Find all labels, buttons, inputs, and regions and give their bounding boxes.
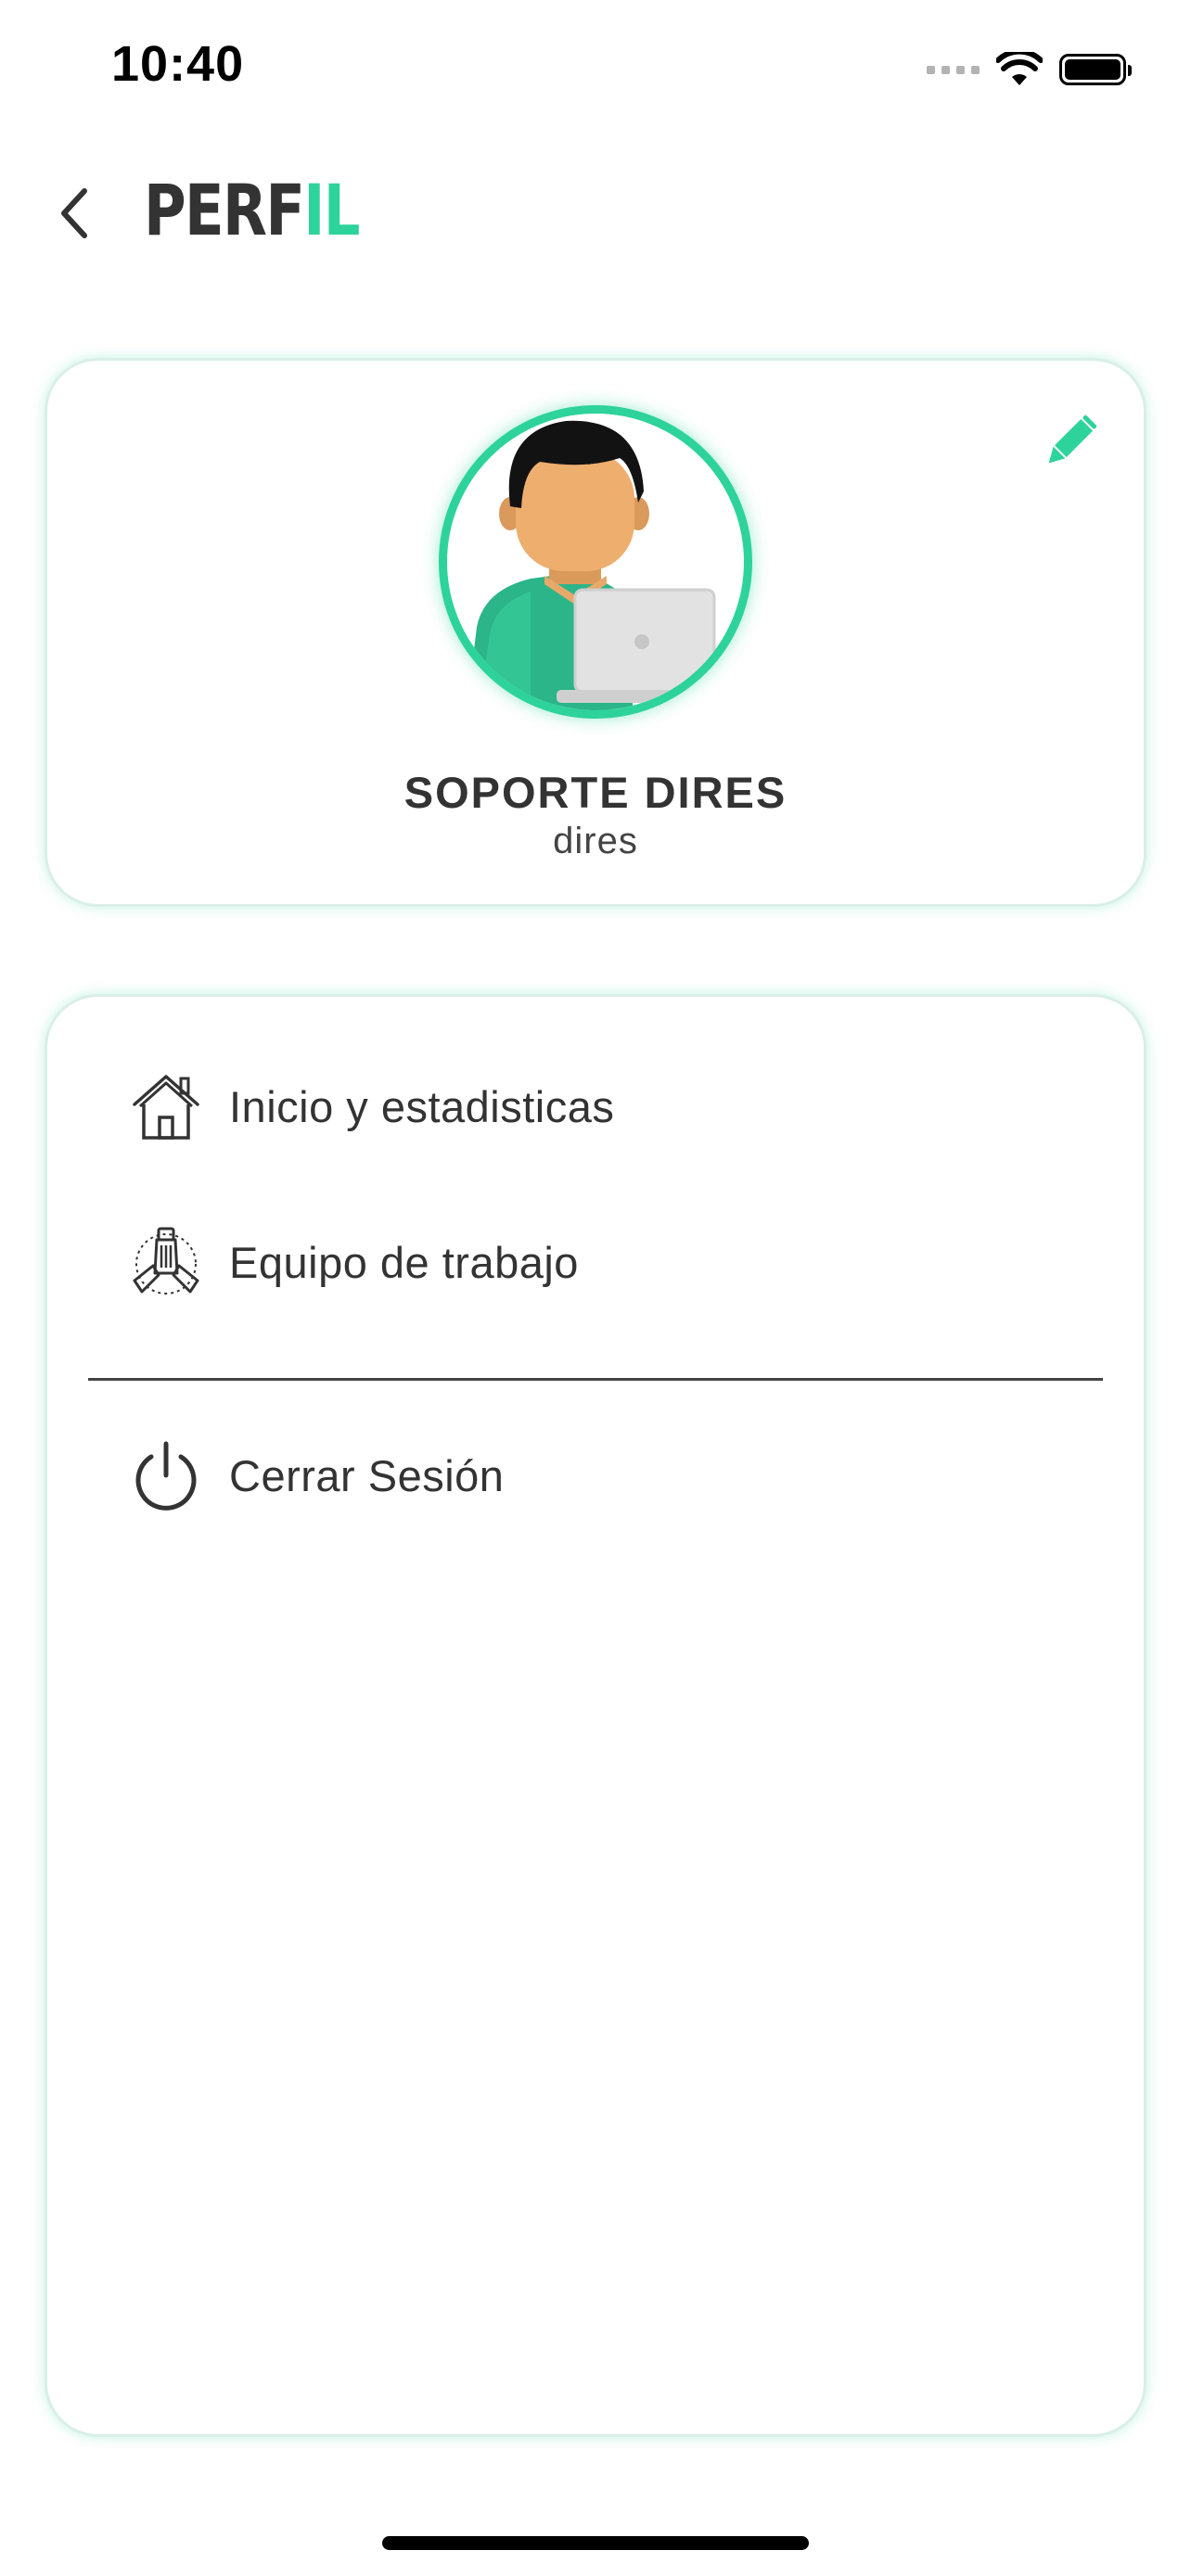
menu-item-label: Inicio y estadisticas [229, 1081, 615, 1131]
menu-item-equipo[interactable]: Equipo de trabajo [127, 1216, 1055, 1308]
menu-item-inicio[interactable]: Inicio y estadisticas [127, 1060, 1055, 1153]
menu-item-label: Equipo de trabajo [229, 1237, 579, 1287]
logout-label: Cerrar Sesión [229, 1450, 505, 1500]
status-icons [927, 46, 1132, 93]
pencil-icon [1048, 414, 1097, 464]
status-time: 10:40 [111, 36, 245, 92]
battery-icon [1059, 54, 1132, 85]
home-icon [127, 1067, 205, 1145]
menu-card: Inicio y estadisticas Equipo de trabajo … [45, 994, 1146, 2437]
status-bar: 10:40 [0, 0, 1191, 139]
chevron-left-icon [61, 188, 87, 238]
edit-profile-button[interactable] [1040, 411, 1101, 472]
page-title-accent: IL [303, 169, 360, 251]
cellular-signal-icon [927, 65, 980, 74]
page-title-primary: PERF [144, 169, 305, 251]
profile-username: dires [553, 821, 638, 861]
back-button[interactable] [46, 176, 102, 250]
page-title: PERFIL [144, 169, 361, 251]
header: PERFIL [0, 158, 1191, 269]
profile-card: SOPORTE DIRES dires [45, 358, 1146, 907]
power-icon [127, 1436, 205, 1514]
wifi-icon [996, 52, 1043, 85]
user-avatar-illustration [467, 420, 733, 710]
home-indicator[interactable] [382, 2536, 809, 2550]
team-hands-icon [127, 1223, 205, 1301]
logout-button[interactable]: Cerrar Sesión [127, 1429, 1055, 1522]
profile-name: SOPORTE DIRES [403, 768, 788, 817]
avatar [439, 405, 752, 719]
menu-divider [88, 1378, 1103, 1381]
